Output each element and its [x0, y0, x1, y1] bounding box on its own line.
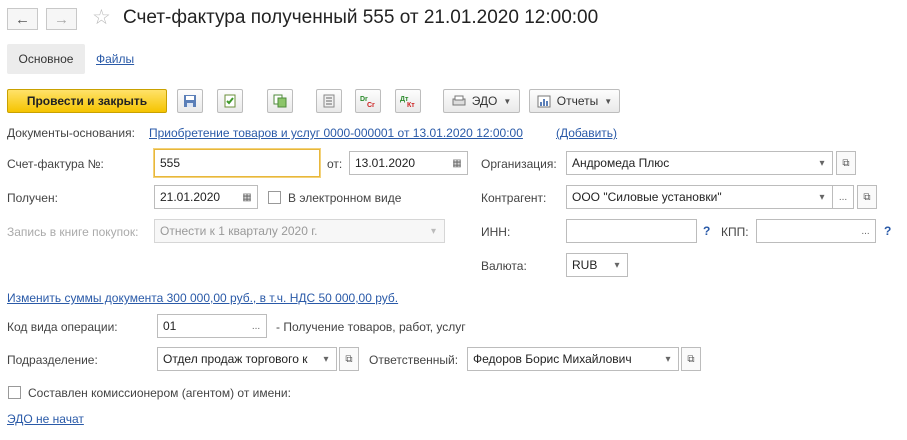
calendar-icon: ▦	[242, 191, 252, 203]
edo-status-link[interactable]: ЭДО не начат	[7, 412, 84, 426]
reports-menu-button[interactable]: Отчеты ▼	[529, 89, 620, 113]
open-icon: ⧉	[842, 157, 850, 169]
printer-icon	[452, 95, 466, 106]
dropdown-arrow-icon: ▾	[430, 225, 437, 237]
dropdown-arrow-icon: ▾	[665, 353, 671, 365]
contractor-dropdown-button[interactable]: ▾	[812, 185, 833, 209]
commissioner-checkbox[interactable]	[8, 386, 21, 399]
operation-code-description: - Получение товаров, работ, услуг	[276, 320, 466, 334]
change-sums-link[interactable]: Изменить суммы документа 300 000,00 руб.…	[7, 291, 398, 305]
dropdown-arrow-icon: ▾	[819, 191, 825, 203]
chevron-down-icon: ▼	[503, 96, 512, 106]
copy-document-icon	[273, 94, 287, 108]
received-date-input[interactable]: 21.01.2020	[154, 185, 238, 209]
add-basis-link[interactable]: (Добавить)	[556, 126, 617, 140]
calendar-button[interactable]: ▦	[447, 151, 468, 175]
post-button[interactable]	[217, 89, 243, 113]
inn-help-icon[interactable]: ?	[703, 224, 710, 238]
kpp-input[interactable]	[756, 219, 857, 243]
purchase-book-select[interactable]: Отнести к 1 кварталу 2020 г.	[154, 219, 424, 243]
dr-cr-button[interactable]: Dr Cr	[355, 89, 381, 113]
svg-text:Cr: Cr	[367, 102, 375, 108]
open-icon: ⧉	[345, 353, 353, 365]
dr-cr-icon: DrCr	[360, 96, 375, 108]
division-dropdown-button[interactable]: ▾	[316, 347, 337, 371]
organization-dropdown-button[interactable]: ▾	[812, 151, 833, 175]
dt-kt-icon: ДтКт	[400, 96, 415, 108]
post-and-close-label: Провести и закрыть	[26, 94, 148, 108]
tab-main-label: Основное	[18, 52, 74, 66]
save-button[interactable]	[177, 89, 203, 113]
currency-dropdown-button[interactable]: ▾	[607, 253, 628, 277]
invoice-number-label: Счет-фактура №:	[7, 157, 104, 171]
received-calendar-button[interactable]: ▦	[237, 185, 258, 209]
received-label: Получен:	[7, 191, 58, 205]
post-document-icon	[224, 94, 236, 108]
save-icon	[184, 95, 196, 107]
commissioner-label: Составлен комиссионером (агентом) от име…	[28, 386, 291, 400]
inn-label: ИНН:	[481, 225, 511, 239]
kpp-label: КПП:	[721, 225, 749, 239]
edo-label: ЭДО	[471, 94, 498, 108]
post-and-close-button[interactable]: Провести и закрыть	[7, 89, 167, 113]
division-label: Подразделение:	[7, 353, 98, 367]
journal-button[interactable]	[316, 89, 342, 113]
forward-button[interactable]: →	[46, 8, 77, 30]
chevron-down-icon: ▼	[604, 96, 613, 106]
edo-menu-button[interactable]: ЭДО ▼	[443, 89, 520, 113]
organization-open-button[interactable]: ⧉	[836, 151, 856, 175]
forward-arrow-icon: →	[54, 10, 69, 28]
division-open-button[interactable]: ⧉	[339, 347, 359, 371]
dropdown-arrow-icon: ▾	[819, 157, 825, 169]
report-icon	[537, 95, 551, 107]
page-title: Счет-фактура полученный 555 от 21.01.202…	[123, 7, 599, 28]
operation-code-label: Код вида операции:	[7, 320, 118, 334]
organization-input[interactable]: Андромеда Плюс	[566, 151, 813, 175]
dropdown-arrow-icon: ▾	[323, 353, 329, 365]
open-icon: ⧉	[687, 353, 695, 365]
reports-label: Отчеты	[556, 94, 599, 108]
inn-input[interactable]	[566, 219, 697, 243]
operation-code-select-button[interactable]: ...	[246, 314, 267, 338]
back-button[interactable]: ←	[7, 8, 38, 30]
basis-label: Документы-основания:	[7, 126, 135, 140]
calendar-icon: ▦	[452, 157, 462, 169]
invoice-date-label: от:	[327, 157, 343, 171]
electronic-checkbox[interactable]	[268, 191, 281, 204]
ellipsis-icon: ...	[861, 225, 870, 237]
open-icon: ⧉	[863, 191, 871, 203]
list-icon	[323, 94, 335, 108]
ellipsis-icon: ...	[838, 191, 848, 203]
tab-files[interactable]: Файлы	[96, 52, 134, 66]
division-input[interactable]: Отдел продаж торгового к	[157, 347, 317, 371]
currency-input[interactable]: RUB	[566, 253, 608, 277]
back-arrow-icon: ←	[15, 10, 30, 28]
purchase-book-label: Запись в книге покупок:	[7, 225, 139, 239]
kpp-help-icon[interactable]: ?	[884, 224, 891, 238]
svg-text:Кт: Кт	[407, 102, 415, 108]
favorite-star-icon[interactable]: ☆	[92, 5, 111, 30]
contractor-select-button[interactable]: ...	[833, 185, 854, 209]
responsible-input[interactable]: Федоров Борис Михайлович	[467, 347, 659, 371]
create-based-on-button[interactable]	[267, 89, 293, 113]
organization-label: Организация:	[481, 157, 557, 171]
purchase-book-dropdown[interactable]: ▾	[423, 219, 445, 243]
responsible-dropdown-button[interactable]: ▾	[658, 347, 679, 371]
contractor-open-button[interactable]: ⧉	[857, 185, 877, 209]
invoice-date-input[interactable]: 13.01.2020	[349, 151, 448, 175]
dropdown-arrow-icon: ▾	[614, 259, 620, 271]
basis-document-link[interactable]: Приобретение товаров и услуг 0000-000001…	[149, 126, 523, 140]
tab-main[interactable]: Основное	[7, 44, 85, 74]
dt-kt-button[interactable]: Дт Кт	[395, 89, 421, 113]
invoice-number-input[interactable]: 555	[154, 149, 320, 177]
ellipsis-icon: ...	[251, 320, 261, 332]
contractor-label: Контрагент:	[481, 191, 547, 205]
operation-code-input[interactable]: 01	[157, 314, 247, 338]
kpp-select-button[interactable]: ...	[856, 219, 876, 243]
contractor-input[interactable]: ООО "Силовые установки"	[566, 185, 813, 209]
currency-label: Валюта:	[481, 259, 527, 273]
responsible-open-button[interactable]: ⧉	[681, 347, 701, 371]
electronic-label: В электронном виде	[288, 191, 402, 205]
responsible-label: Ответственный:	[369, 353, 459, 367]
